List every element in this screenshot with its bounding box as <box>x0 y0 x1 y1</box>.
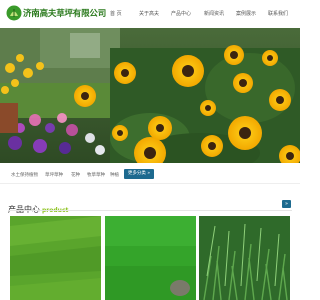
more-categories-button[interactable]: 更多分类 » <box>124 169 154 179</box>
products-more-button[interactable]: » <box>282 200 291 208</box>
product-image <box>10 216 101 300</box>
product-image <box>105 216 196 300</box>
nav-news[interactable]: 新闻资讯 <box>204 10 224 17</box>
product-card[interactable] <box>199 216 290 300</box>
nav-about[interactable]: 关于高夫 <box>139 10 159 17</box>
nav-cases[interactable]: 案例展示 <box>236 10 256 17</box>
nav-home[interactable]: 首 页 <box>110 10 122 17</box>
product-card[interactable] <box>10 216 101 300</box>
product-card[interactable] <box>105 216 196 300</box>
nav-products[interactable]: 产品中心 <box>171 10 191 17</box>
category-link[interactable]: 牧草草种 <box>87 172 105 178</box>
category-link[interactable]: 花种 <box>71 172 80 178</box>
category-link[interactable]: 草坪草种 <box>45 172 63 178</box>
product-grid <box>0 216 300 300</box>
category-link[interactable]: 种植 <box>110 172 119 178</box>
product-image <box>199 216 290 300</box>
hero-image <box>0 28 300 163</box>
category-link[interactable]: 水土保持植物 <box>11 172 38 178</box>
main-nav: 首 页 关于高夫 产品中心 新闻资讯 案例展示 联系我们 <box>0 10 300 20</box>
category-bar: 水土保持植物 草坪草种 花种 牧草草种 种植 更多分类 » <box>0 166 300 184</box>
site-header: 济南高夫草坪有限公司 首 页 关于高夫 产品中心 新闻资讯 案例展示 联系我们 <box>0 0 300 28</box>
hero-banner <box>0 28 300 163</box>
products-heading: 产品中心product <box>8 197 68 216</box>
nav-contact[interactable]: 联系我们 <box>268 10 288 17</box>
divider <box>8 210 292 211</box>
